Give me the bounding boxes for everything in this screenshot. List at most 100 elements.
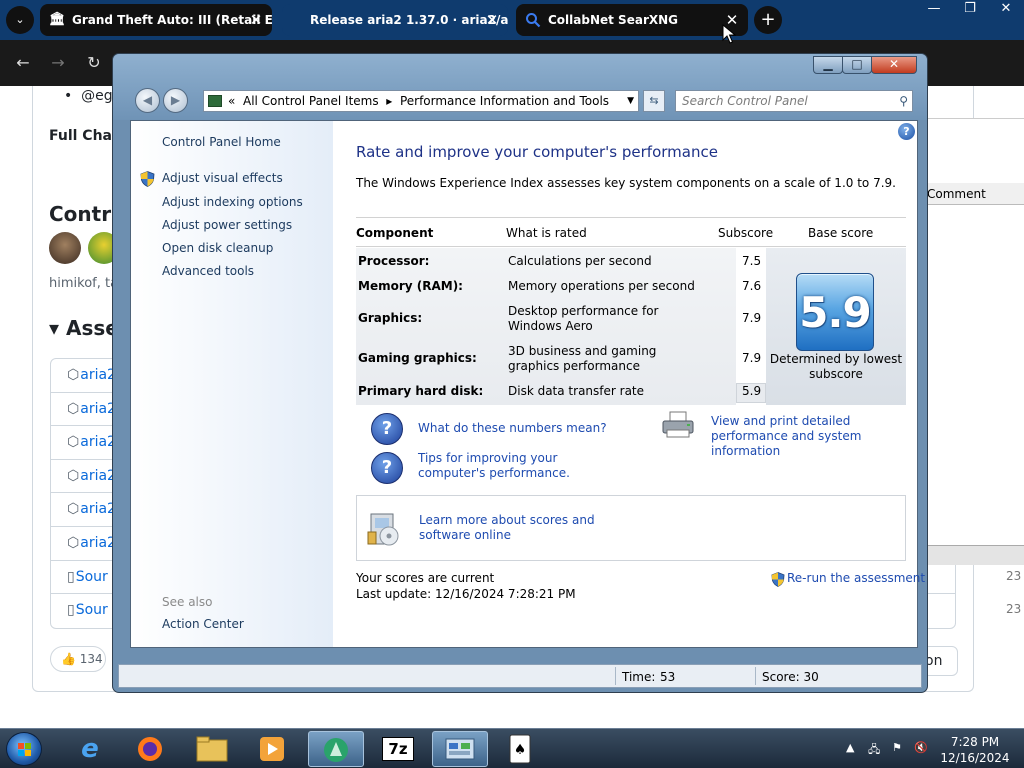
breadcrumb-separator-icon: ▸ [386, 94, 393, 108]
forward-arrow-icon[interactable]: → [47, 52, 69, 74]
volume-muted-icon[interactable]: 🔇 [914, 741, 928, 754]
see-also-label: See also [162, 595, 213, 609]
explorer-icon[interactable] [184, 731, 240, 767]
asset-link[interactable]: aria2 [80, 535, 116, 551]
zip-file-icon: ▯ [67, 602, 75, 619]
adjust-power-settings-link[interactable]: Adjust power settings [162, 218, 292, 232]
search-icon [525, 12, 541, 28]
last-update-label: Last update: 12/16/2024 7:28:21 PM [356, 587, 576, 601]
reaction-count: 134 [79, 652, 103, 666]
control-panel-icon [208, 95, 222, 107]
package-icon: ⬡ [67, 400, 80, 417]
adjust-indexing-options-link[interactable]: Adjust indexing options [162, 195, 303, 209]
scores-current-label: Your scores are current [356, 571, 495, 585]
print-details-link[interactable]: View and print detailed performance and … [711, 414, 911, 459]
clock-time: 7:28 PM [950, 735, 1000, 749]
question-icon: ? [371, 413, 403, 445]
firefox-icon[interactable] [122, 731, 178, 767]
help-icon[interactable]: ? [898, 123, 915, 140]
contributors-names: himikof, ta [49, 276, 119, 291]
maximize-button[interactable]: □ [842, 56, 872, 74]
tab-searxng[interactable]: CollabNet SearXNG ✕ [516, 4, 748, 36]
background-window-panel: Comment 23 23 [914, 118, 1024, 616]
control-panel-icon[interactable] [432, 731, 488, 767]
start-button[interactable] [6, 732, 42, 766]
tab-menu-button[interactable]: ⌄ [6, 6, 34, 34]
action-center-link[interactable]: Action Center [162, 617, 244, 631]
advanced-tools-link[interactable]: Advanced tools [162, 264, 254, 278]
show-hidden-icons[interactable]: ▲ [846, 741, 854, 754]
status-bar: Time: 53 Score: 30 [118, 664, 922, 688]
search-icon[interactable]: ⚲ [899, 91, 908, 111]
refresh-button[interactable]: ⇆ [643, 90, 665, 112]
avatar[interactable] [49, 232, 81, 264]
open-disk-cleanup-link[interactable]: Open disk cleanup [162, 241, 273, 255]
asset-link[interactable]: aria2 [80, 468, 116, 484]
tab-gta3[interactable]: 🏛 Grand Theft Auto: III (Retail Ed ✕ [40, 4, 272, 36]
ie-icon[interactable]: e [62, 731, 118, 767]
asset-link[interactable]: aria2 [80, 434, 116, 450]
mouse-cursor-icon [722, 24, 736, 44]
reaction-button[interactable]: 👍 134 [50, 646, 106, 672]
comment-column-header[interactable]: Comment [914, 183, 1024, 205]
clock-date: 12/16/2024 [940, 751, 1010, 765]
reload-icon[interactable]: ↻ [83, 52, 105, 74]
search-input[interactable]: Search Control Panel ⚲ [675, 90, 913, 112]
flag-icon[interactable]: ⚑ [892, 741, 902, 754]
source-link[interactable]: Sour [76, 602, 108, 618]
7zip-icon[interactable]: 7z [370, 731, 426, 767]
learn-more-link[interactable]: Learn more about scores and software onl… [419, 513, 639, 543]
component-memory: Memory (RAM): [358, 279, 463, 293]
close-button[interactable]: ✕ [871, 56, 917, 74]
tips-link[interactable]: Tips for improving your computer's perfo… [418, 451, 618, 481]
breadcrumb-current[interactable]: Performance Information and Tools [400, 94, 609, 108]
component-graphics: Graphics: [358, 311, 423, 325]
asset-link[interactable]: aria2 [80, 501, 116, 517]
page-description: The Windows Experience Index assesses ke… [356, 176, 896, 190]
solitaire-icon[interactable]: ♠ [492, 731, 548, 767]
tab-aria2-release[interactable]: Release aria2 1.37.0 · aria2/aria ✕ [282, 4, 508, 36]
app-icon[interactable] [308, 731, 364, 767]
base-score-column-header: Base score [808, 226, 874, 240]
chevron-down-icon[interactable]: ▼ [627, 91, 634, 111]
component-column-header: Component [356, 226, 434, 240]
rerun-assessment-link[interactable]: Re-run the assessment [787, 571, 925, 586]
breadcrumb-overflow-icon[interactable]: « [228, 94, 235, 108]
asset-link[interactable]: aria2 [80, 401, 116, 417]
status-separator [615, 667, 616, 685]
forward-button[interactable]: ▶ [163, 88, 188, 113]
new-tab-button[interactable]: + [754, 6, 782, 34]
uac-shield-icon [771, 572, 785, 587]
partial-number: 23 [1006, 569, 1022, 583]
tab-close-icon[interactable]: ✕ [248, 4, 264, 36]
time-value: 53 [660, 670, 676, 684]
software-box-icon [367, 513, 399, 546]
address-bar[interactable]: « All Control Panel Items ▸ Performance … [203, 90, 639, 112]
browser-close-icon[interactable]: ✕ [988, 0, 1024, 20]
network-icon[interactable]: 🖧 [868, 741, 880, 760]
base-score-value: 5.9 [799, 288, 871, 337]
rated-graphics: Desktop performance for Windows Aero [508, 304, 659, 333]
rated-hard-disk: Disk data transfer rate [508, 384, 645, 398]
rated-column-header: What is rated [506, 226, 587, 240]
back-button[interactable]: ◀ [135, 88, 160, 113]
control-panel-home-link[interactable]: Control Panel Home [162, 135, 281, 149]
media-player-icon[interactable] [244, 731, 300, 767]
minimize-button[interactable]: ▁ [813, 56, 843, 74]
tab-close-icon[interactable]: ✕ [484, 4, 500, 36]
adjust-visual-effects-link[interactable]: Adjust visual effects [162, 171, 283, 185]
browser-minimize-icon[interactable]: — [916, 0, 952, 20]
asset-link[interactable]: aria2 [80, 367, 116, 383]
component-hard-disk: Primary hard disk: [358, 384, 484, 398]
score-table: Processor: Calculations per second 7.5 M… [356, 248, 906, 405]
museum-icon: 🏛 [49, 12, 66, 27]
source-link[interactable]: Sour [76, 569, 108, 585]
clock[interactable]: 7:28 PM 12/16/2024 [940, 734, 1010, 766]
browser-restore-icon[interactable]: ❐ [952, 0, 988, 20]
back-arrow-icon[interactable]: ← [12, 52, 34, 74]
breadcrumb-root[interactable]: All Control Panel Items [243, 94, 379, 108]
subscore-graphics: 7.9 [742, 311, 762, 325]
rated-processor: Calculations per second [508, 254, 652, 268]
component-gaming-graphics: Gaming graphics: [358, 351, 477, 365]
numbers-meaning-link[interactable]: What do these numbers mean? [418, 421, 607, 436]
